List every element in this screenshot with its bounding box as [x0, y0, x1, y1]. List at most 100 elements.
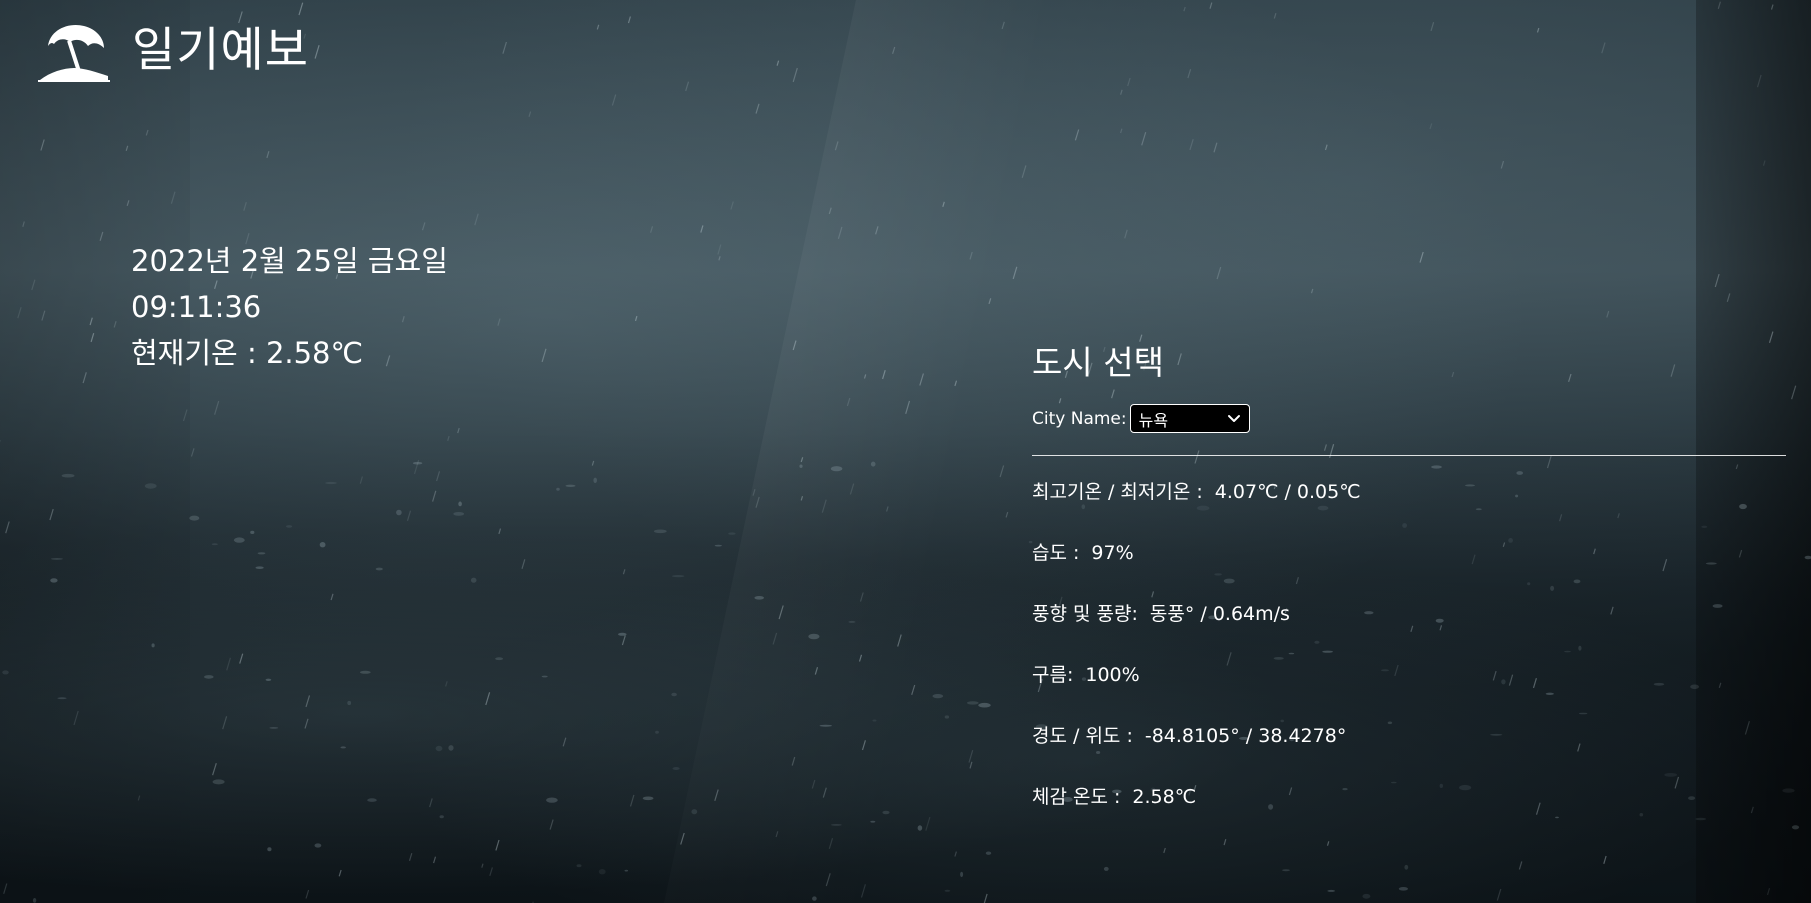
- rain-streak: [822, 787, 827, 798]
- rain-streak: [814, 667, 819, 675]
- rain-streak: [752, 489, 756, 496]
- rain-streak: [776, 60, 780, 66]
- rain-streak: [792, 67, 798, 83]
- rain-splash: [250, 530, 255, 535]
- rain-streak: [591, 460, 595, 466]
- rain-streak: [775, 831, 779, 838]
- rain-splash: [624, 869, 629, 872]
- rain-streak: [969, 251, 973, 260]
- detail-label: 구름:: [1032, 664, 1074, 686]
- rain-streak: [834, 141, 839, 151]
- rain-streak: [1419, 251, 1424, 263]
- city-select[interactable]: 뉴욕: [1129, 404, 1250, 433]
- rain-streak: [489, 867, 493, 876]
- rain-splash: [367, 798, 377, 802]
- rain-splash: [848, 620, 856, 623]
- rain-streak: [755, 103, 760, 114]
- rain-splash: [728, 532, 736, 535]
- detail-value: 4.07℃ / 0.05℃: [1214, 481, 1361, 503]
- rain-splash: [144, 483, 157, 489]
- rain-splash: [1103, 866, 1109, 871]
- rain-streak: [627, 16, 631, 24]
- rain-splash: [359, 670, 371, 674]
- detail-label: 경도 / 위도 :: [1032, 725, 1133, 747]
- rain-splash: [1327, 889, 1336, 892]
- rain-splash: [593, 477, 597, 483]
- rain-streak: [897, 634, 902, 647]
- rain-splash: [655, 730, 659, 734]
- rain-streak: [408, 853, 413, 861]
- rain-streak: [942, 201, 945, 207]
- rain-streak: [700, 225, 704, 233]
- rain-splash: [556, 487, 560, 491]
- rain-streak: [811, 779, 816, 789]
- detail-clouds: 구름: 100%: [1032, 654, 1786, 715]
- rain-splash: [314, 843, 322, 848]
- rain-splash: [714, 544, 722, 547]
- rain-streak: [1001, 21, 1005, 30]
- rain-splash: [812, 896, 817, 901]
- rain-splash: [618, 632, 627, 636]
- rain-streak: [755, 496, 760, 508]
- rain-streak: [359, 476, 363, 484]
- current-date: 2022년 2월 25일 금요일: [131, 244, 448, 278]
- rain-streak: [1021, 165, 1027, 178]
- rain-streak: [549, 819, 554, 830]
- rain-streak: [126, 200, 130, 206]
- detail-label: 풍향 및 풍량:: [1032, 603, 1138, 625]
- rain-splash: [565, 484, 576, 487]
- rain-streak: [266, 151, 270, 159]
- rain-streak: [611, 94, 617, 106]
- rain-splash: [1398, 887, 1408, 891]
- detail-label: 체감 온도 :: [1032, 786, 1121, 808]
- rain-splash: [57, 697, 67, 700]
- rain-streak: [298, 2, 304, 16]
- rain-splash: [189, 515, 200, 521]
- rain-splash: [204, 675, 214, 679]
- rain-splash: [672, 767, 680, 770]
- rain-splash: [985, 851, 992, 855]
- rain-splash: [546, 797, 558, 803]
- rain-streak: [1500, 160, 1505, 169]
- rain-streak: [406, 510, 412, 521]
- rain-streak: [113, 321, 117, 328]
- rain-splash: [319, 542, 326, 548]
- rain-splash: [576, 864, 582, 868]
- rain-streak: [983, 893, 988, 903]
- city-panel: 도시 선택 City Name: 뉴욕 최고기온 / 최저기온 : 4.07℃ /…: [1032, 340, 1786, 837]
- rain-streak: [1726, 293, 1731, 302]
- rain-streak: [849, 483, 855, 495]
- rain-splash: [286, 525, 293, 528]
- rain-streak: [82, 372, 87, 384]
- rain-streak: [791, 756, 796, 766]
- rain-streak: [226, 657, 231, 671]
- rain-streak: [502, 41, 507, 54]
- rain-streak: [859, 592, 864, 602]
- rain-splash: [435, 745, 443, 752]
- rain-splash: [691, 809, 698, 815]
- rain-streak: [1213, 142, 1218, 153]
- rain-splash: [347, 700, 352, 706]
- rain-streak: [1714, 273, 1720, 288]
- rain-streak: [145, 129, 149, 136]
- rain-splash: [458, 501, 462, 507]
- rain-streak: [886, 506, 889, 512]
- detail-value: 2.58℃: [1132, 786, 1197, 808]
- rain-streak: [1189, 139, 1194, 151]
- rain-streak: [521, 559, 526, 569]
- rain-streak: [3, 883, 8, 894]
- rain-streak: [1163, 847, 1166, 854]
- detail-label: 최고기온 / 최저기온 :: [1032, 481, 1203, 503]
- rain-splash: [831, 824, 842, 826]
- rain-splash: [495, 657, 504, 661]
- rain-streak: [125, 145, 129, 151]
- rain-streak: [49, 508, 54, 521]
- rain-streak: [1127, 77, 1131, 87]
- rain-streak: [1209, 2, 1213, 9]
- rain-streak: [1762, 160, 1766, 166]
- rain-streak: [1124, 229, 1128, 239]
- rain-splash: [470, 577, 477, 583]
- rain-streak: [1012, 266, 1018, 280]
- rain-streak: [73, 710, 79, 726]
- rain-streak: [629, 794, 635, 807]
